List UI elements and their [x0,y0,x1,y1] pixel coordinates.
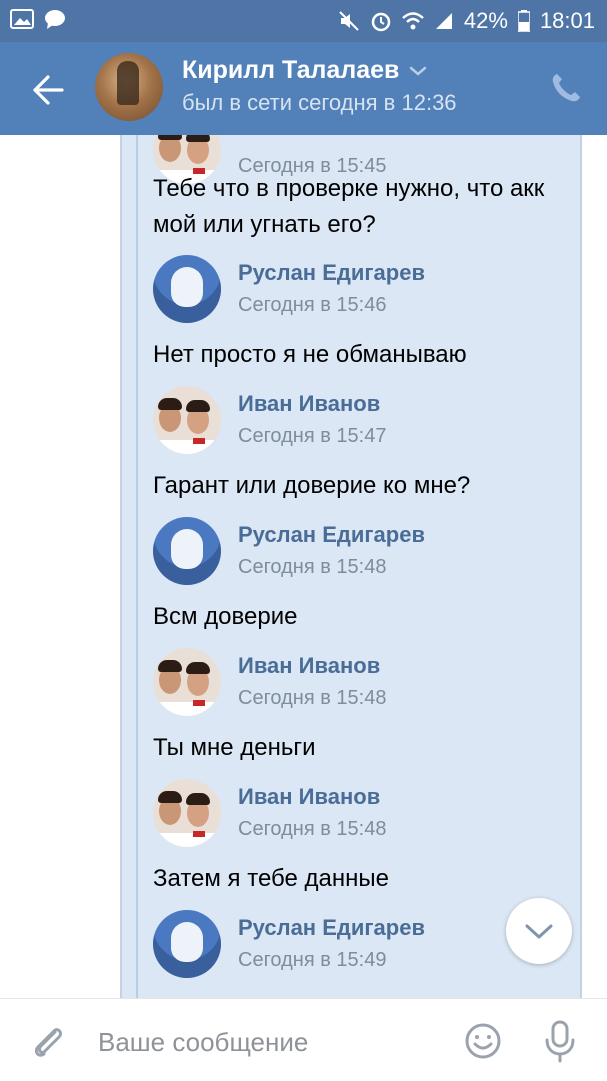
smiley-icon [465,1023,501,1059]
shirt-shape [153,440,221,454]
back-arrow-icon [33,75,64,105]
microphone-icon [545,1020,575,1063]
author-avatar[interactable] [153,255,221,323]
chevron-down-icon [410,66,427,76]
hair-shape [186,793,210,805]
chat-notification-icon [44,8,66,30]
author-avatar[interactable] [153,779,221,847]
signal-icon [434,11,454,31]
author-name[interactable]: Иван Иванов [238,653,380,679]
author-avatar[interactable] [153,910,221,978]
hair-shape [186,662,210,674]
shirt-shape [153,702,221,716]
alarm-icon [370,10,392,32]
message-time: Сегодня в 15:48 [238,818,387,840]
back-button[interactable] [28,72,68,108]
hair-shape [158,660,182,672]
message-time: Сегодня в 15:49 [238,949,387,971]
message-body: Гарант или доверие ко мне? [153,468,563,504]
message-text: Затем я тебе данные [153,865,389,892]
avatar-silhouette [117,61,139,105]
author-name[interactable]: Иван Иванов [238,784,380,810]
scroll-down-button[interactable] [506,898,572,964]
phone-icon [552,74,580,102]
contact-name-row[interactable]: Кирилл Талалаев [182,56,427,85]
message-body: Нет просто я не обманываю [153,337,563,373]
message-time: Сегодня в 15:46 [238,294,387,316]
mask-shape [171,922,203,962]
status-bar: 42% 18:01 [0,0,607,42]
message-time: Сегодня в 15:48 [238,556,387,578]
contact-status: был в сети сегодня в 12:36 [182,90,457,115]
author-name[interactable]: Руслан Едигарев [238,522,425,548]
author-avatar[interactable] [153,648,221,716]
message-input[interactable] [96,1021,440,1063]
author-name[interactable]: Руслан Едигарев [238,915,425,941]
author-avatar[interactable] [153,517,221,585]
clock: 18:01 [539,8,595,33]
call-button[interactable] [548,70,588,110]
bowtie-shape [193,831,205,837]
message-body: Тебе что в проверке нужно, что акк мой и… [153,171,563,243]
paperclip-icon [34,1028,62,1057]
mask-shape [171,267,203,307]
attach-button[interactable] [28,1021,68,1061]
author-name[interactable]: Иван Иванов [238,391,380,417]
message-text: Нет просто я не обманываю [153,341,467,368]
hair-shape [158,398,182,410]
message-text: Тебе что в проверке нужно, что акк мой и… [153,175,545,238]
shirt-shape [153,833,221,847]
message-body: Затем я тебе данные [153,861,563,897]
message-composer [0,998,607,1081]
voice-message-button[interactable] [540,1019,580,1063]
message-body: Ты мне деньги [153,730,563,766]
message-time: Сегодня в 15:47 [238,425,387,447]
author-name[interactable]: Руслан Едигарев [238,260,425,286]
hair-shape [186,400,210,412]
mute-icon [338,10,360,32]
gallery-notification-icon [10,8,34,30]
bowtie-shape [193,438,205,444]
author-avatar[interactable] [153,386,221,454]
contact-avatar[interactable] [95,53,163,121]
contact-name: Кирилл Талалаев [182,56,400,84]
message-list[interactable]: Сегодня в 15:45 Тебе что в проверке нужно… [0,135,607,998]
message-time: Сегодня в 15:48 [238,687,387,709]
message-text: Ты мне деньги [153,734,316,761]
hair-shape [186,135,210,142]
bowtie-shape [193,700,205,706]
chevron-down-icon [525,924,553,939]
emoji-button[interactable] [463,1021,503,1061]
message-text: Гарант или доверие ко мне? [153,472,471,499]
message-body: Всм доверие [153,599,563,635]
wifi-icon [402,10,424,32]
hair-shape [158,135,182,140]
chat-header: Кирилл Талалаев был в сети сегодня в 12:… [0,42,607,135]
message-text: Всм доверие [153,603,298,630]
battery-icon [517,10,530,32]
mask-shape [171,529,203,569]
hair-shape [158,791,182,803]
battery-percent: 42% [463,8,508,33]
